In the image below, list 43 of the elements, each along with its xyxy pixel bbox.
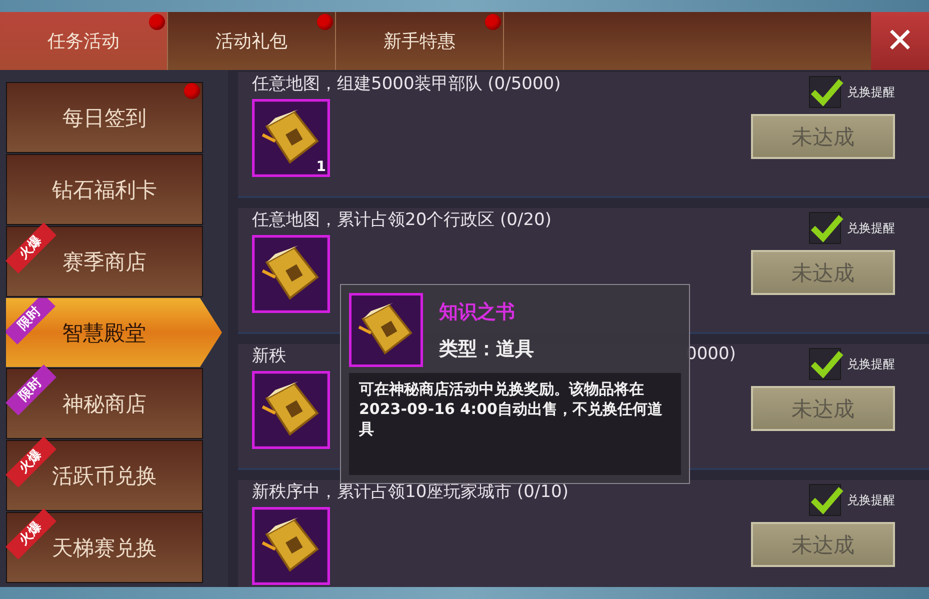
sidebar-item-label: 智慧殿堂 [62, 320, 146, 346]
book-icon [252, 371, 330, 449]
tab[interactable]: 任务活动 [0, 12, 168, 70]
checkbox-label: 兑换提醒 [847, 84, 895, 100]
book-icon [252, 507, 330, 585]
sidebar-item-label: 钻石福利卡 [52, 176, 157, 204]
sidebar-item-label: 赛季商店 [62, 248, 146, 276]
item-description: 可在神秘商店活动中兑换奖励。该物品将在2023-09-16 4:00自动出售，不兑换任何道具 [349, 373, 681, 475]
book-icon [252, 99, 330, 177]
ribbon-label: 限时 [15, 304, 45, 334]
ribbon-label: 火爆 [16, 519, 46, 549]
reward-item[interactable] [252, 235, 330, 313]
checkbox-label: 兑换提醒 [847, 492, 895, 508]
sidebar-item[interactable]: 每日签到 [6, 82, 203, 153]
item-name: 知识之书 [439, 300, 516, 324]
task-title: 新秩 [252, 345, 286, 367]
checkbox-label: 兑换提醒 [847, 220, 895, 236]
checkbox[interactable] [809, 212, 841, 244]
book-icon [252, 235, 330, 313]
ribbon-label: 限时 [16, 375, 46, 405]
ribbon-label: 火爆 [16, 447, 46, 477]
checkbox[interactable] [809, 348, 841, 380]
checkbox[interactable] [809, 76, 841, 108]
sidebar-item-label: 活跃币兑换 [52, 462, 157, 490]
task-title: 任意地图，组建5000装甲部队 (0/5000) [252, 73, 561, 95]
sidebar-item[interactable]: 钻石福利卡 [6, 154, 203, 225]
task-title: 任意地图，累计占领20个行政区 (0/20) [252, 209, 552, 231]
sidebar-item[interactable]: 智慧殿堂 限时 [6, 298, 222, 367]
item-count: 1 [316, 159, 326, 175]
checkbox-label: 兑换提醒 [847, 356, 895, 372]
sidebar-item-label: 每日签到 [62, 104, 146, 132]
tab[interactable]: 新手特惠 [336, 12, 504, 70]
sidebar-item-label: 神秘商店 [62, 390, 146, 418]
book-icon [349, 293, 423, 367]
reward-item[interactable]: 1 [252, 99, 330, 177]
reward-item[interactable] [252, 371, 330, 449]
reward-item[interactable] [252, 507, 330, 585]
item-type: 类型：道具 [439, 336, 534, 362]
close-button[interactable]: ✕ [871, 12, 929, 70]
sidebar-item-label: 天梯赛兑换 [52, 534, 157, 562]
checkbox[interactable] [809, 484, 841, 516]
ribbon-label: 火爆 [16, 233, 46, 263]
task-title: 0000) [686, 344, 736, 366]
